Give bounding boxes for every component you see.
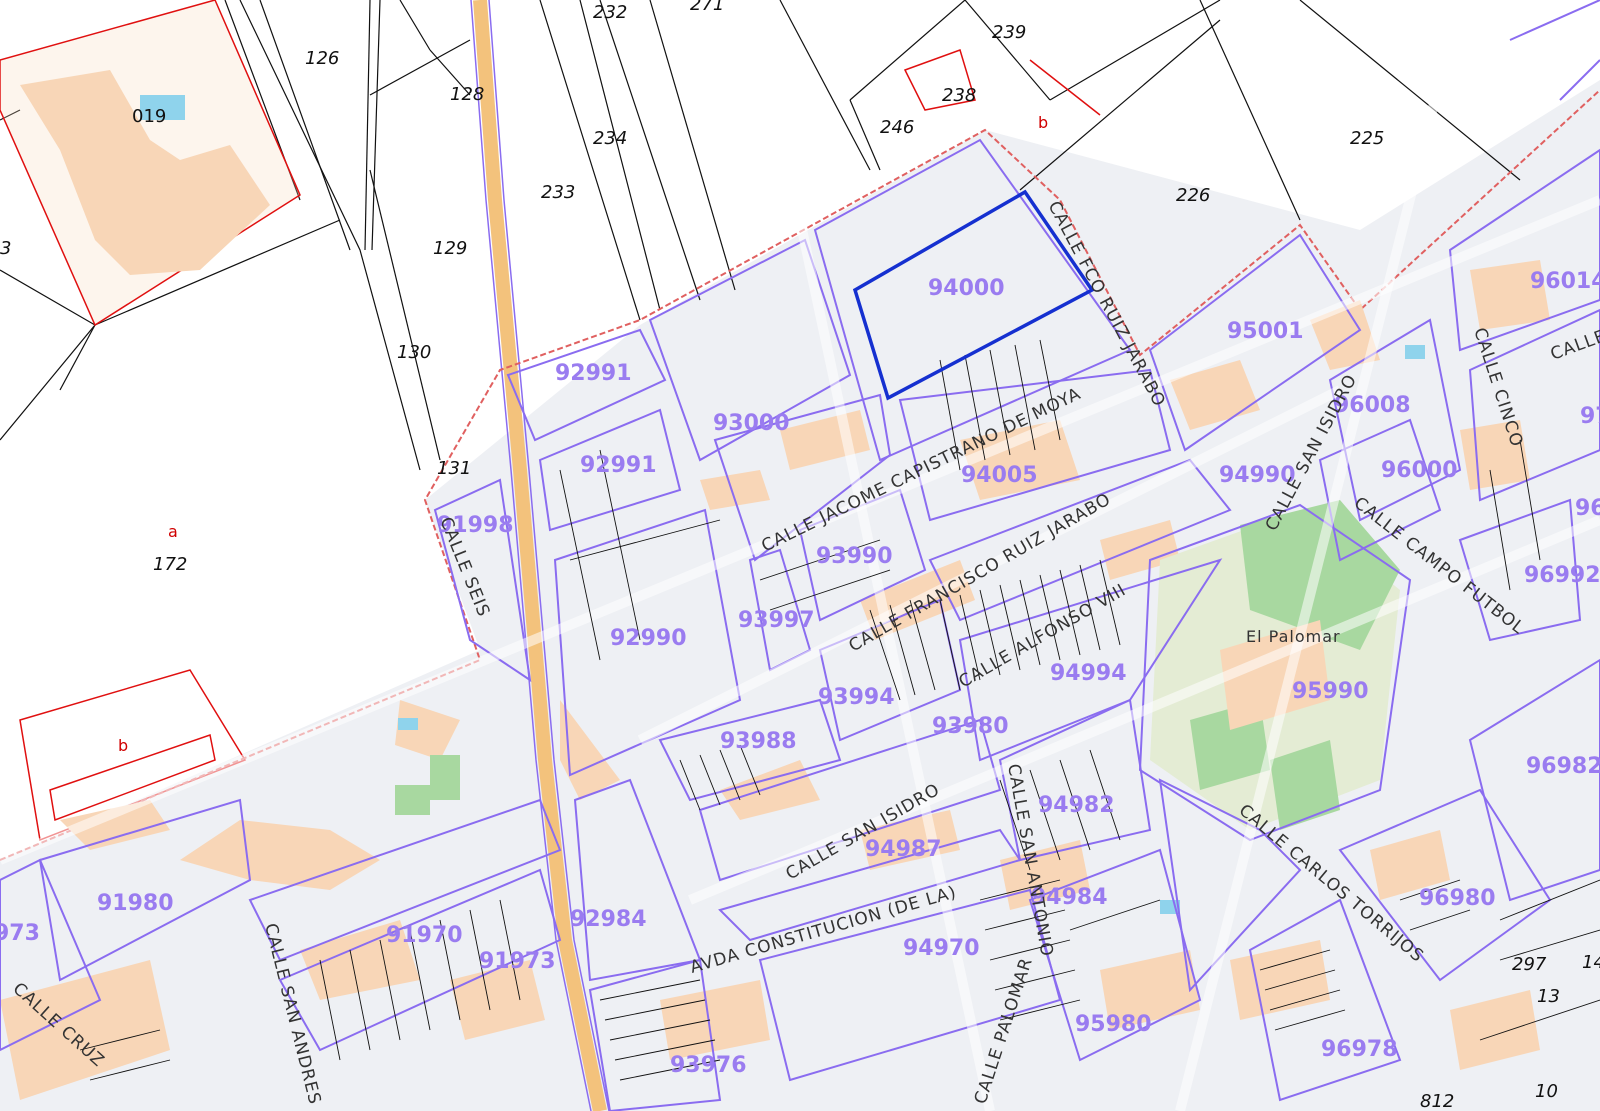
block-label-91973: 91973 <box>479 949 556 974</box>
block-label-92984: 92984 <box>570 907 647 932</box>
subparcel-label-a: a <box>168 522 178 541</box>
block-label-94970: 94970 <box>903 936 980 961</box>
block-label-93990: 93990 <box>816 544 893 569</box>
parcel-label-130: 130 <box>397 342 431 363</box>
parcel-label-234: 234 <box>593 128 627 149</box>
block-label-95001: 95001 <box>1227 319 1304 344</box>
cadastral-map[interactable]: 126 019 128 232 271 239 238 246 234 233 … <box>0 0 1600 1111</box>
parcel-label-126: 126 <box>305 48 339 69</box>
place-label-el-palomar: El Palomar <box>1246 627 1341 646</box>
block-label-92991-b: 92991 <box>580 453 657 478</box>
block-label-96982: 96982 <box>1526 754 1600 779</box>
parcel-label-239: 239 <box>992 22 1026 43</box>
block-label-94000: 94000 <box>928 276 1005 301</box>
parcel-label-129: 129 <box>433 238 467 259</box>
parcel-label-14: 14 <box>1582 952 1600 973</box>
parcel-label-812: 812 <box>1420 1091 1454 1111</box>
block-label-93980: 93980 <box>932 714 1009 739</box>
parcel-label-128: 128 <box>450 84 484 105</box>
block-label-93988: 93988 <box>720 729 797 754</box>
block-label-96000: 96000 <box>1381 458 1458 483</box>
block-label-93997: 93997 <box>738 608 815 633</box>
block-label-96978: 96978 <box>1321 1037 1398 1062</box>
parcel-label-225: 225 <box>1350 128 1384 149</box>
block-label-93994: 93994 <box>818 685 895 710</box>
block-label-94982: 94982 <box>1038 793 1115 818</box>
block-label-95990: 95990 <box>1292 679 1369 704</box>
block-label-94994: 94994 <box>1050 661 1127 686</box>
parcel-label-246: 246 <box>880 117 914 138</box>
block-label-96992: 96992 <box>1524 563 1600 588</box>
block-label-97: 97 <box>1580 404 1600 429</box>
block-label-94005: 94005 <box>961 463 1038 488</box>
parcel-label-13: 13 <box>1537 986 1560 1007</box>
block-label-93000: 93000 <box>713 411 790 436</box>
block-label-973: 973 <box>0 921 40 946</box>
block-label-91970: 91970 <box>386 923 463 948</box>
parcel-label-226: 226 <box>1176 185 1210 206</box>
parcel-label-233: 233 <box>541 182 575 203</box>
block-label-91980: 91980 <box>97 891 174 916</box>
parcel-label-131: 131 <box>437 458 471 479</box>
pool <box>1405 345 1425 359</box>
subparcel-label-b: b <box>118 736 128 755</box>
parcel-label-297: 297 <box>1512 954 1547 975</box>
block-label-96: 96 <box>1575 496 1600 521</box>
block-label-94987: 94987 <box>865 837 942 862</box>
parcel-label-3: 3 <box>0 238 11 259</box>
subparcel-label-b: b <box>1038 113 1048 132</box>
pool <box>398 718 418 730</box>
parcel-label-172: 172 <box>153 554 187 575</box>
parcel-label-271: 271 <box>690 0 724 15</box>
parcel-label-232: 232 <box>593 2 627 23</box>
block-label-92990: 92990 <box>610 626 687 651</box>
block-label-95980: 95980 <box>1075 1012 1152 1037</box>
parcel-label-10: 10 <box>1535 1081 1558 1102</box>
parcel-label-019: 019 <box>132 106 166 127</box>
block-label-92991: 92991 <box>555 361 632 386</box>
block-label-96014: 96014 <box>1530 269 1600 294</box>
block-label-96980: 96980 <box>1419 886 1496 911</box>
parcel-label-238: 238 <box>942 85 976 106</box>
block-label-93976: 93976 <box>670 1053 747 1078</box>
